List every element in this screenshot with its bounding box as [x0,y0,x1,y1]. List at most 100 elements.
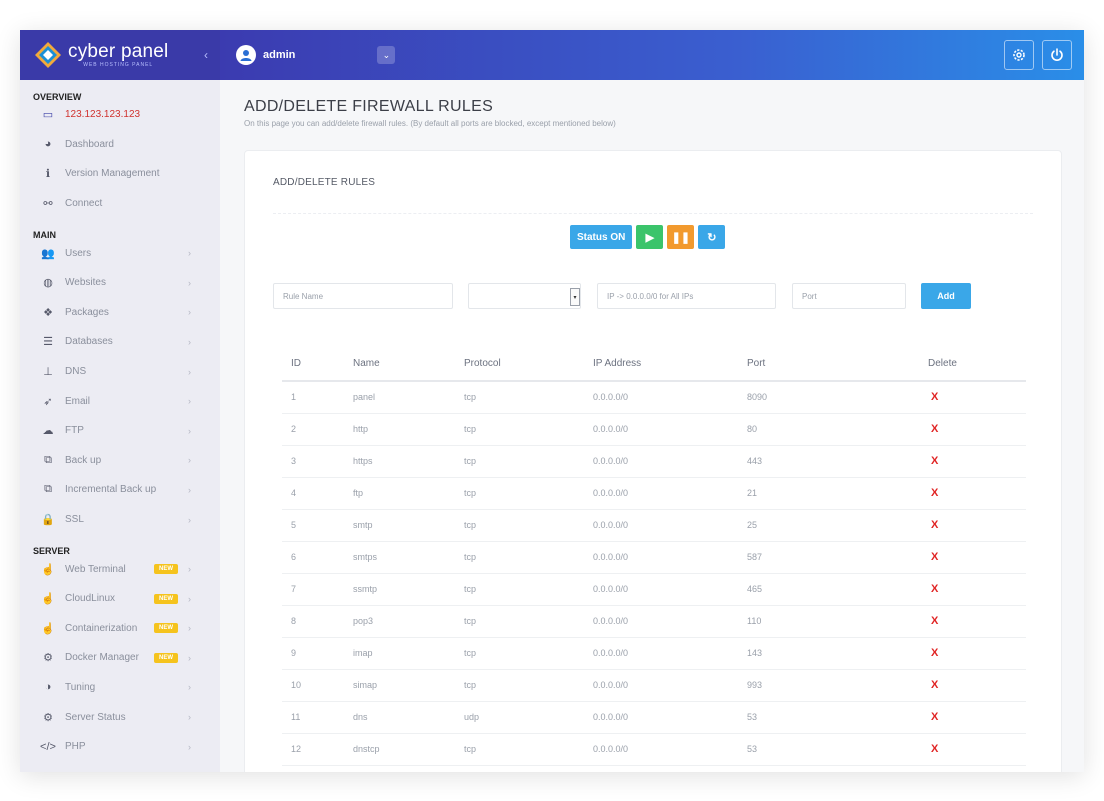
cell-protocol: tcp [455,669,584,702]
sidebar-section-server: SERVER [33,546,70,557]
cell-ip-address: 0.0.0.0/0 [584,605,738,638]
cell-port: 465 [738,573,919,606]
new-badge: NEW [154,564,178,575]
protocol-select[interactable]: ▾ [468,283,581,309]
sidebar-item-php[interactable]: </> PHP › [20,732,220,762]
sidebar-item-cloudlinux[interactable]: ☝ CloudLinux NEW › [20,584,220,614]
table-row: 7 ssmtp tcp 0.0.0.0/0 465 X [282,573,1026,606]
sidebar-item-label: Databases [65,336,113,348]
sidebar-item-backup[interactable]: ⧉ Back up › [20,446,220,476]
delete-rule-button[interactable]: X [919,541,1026,574]
delete-rule-button[interactable]: X [919,381,1026,414]
stop-firewall-button[interactable]: ❚❚ [667,225,695,249]
cell-ip-address: 0.0.0.0/0 [584,413,738,446]
sidebar-item-label: PHP [65,741,86,753]
sidebar-item-server-ip[interactable]: ▭ 123.123.123.123 [20,100,220,130]
packages-icon: ❖ [43,306,53,319]
username[interactable]: admin [263,49,295,61]
delete-rule-button[interactable]: X [919,413,1026,446]
column-header-name: Name [344,347,455,382]
sidebar-item-dns[interactable]: ⊥ DNS › [20,357,220,387]
sidebar-item-label: DNS [65,366,87,378]
delete-rule-button[interactable]: X [919,733,1026,766]
delete-rule-button[interactable]: X [919,445,1026,478]
sidebar-item-label: Email [65,395,91,407]
delete-rule-button[interactable]: X [919,669,1026,702]
delete-rule-button[interactable]: X [919,605,1026,638]
sidebar-item-server-status[interactable]: ⚙ Server Status › [20,702,220,732]
chevron-right-icon: › [188,712,191,723]
app-window: cyber panel WEB HOSTING PANEL ‹ admin ⌄ [20,30,1084,772]
sidebar-item-docker-manager[interactable]: ⚙ Docker Manager NEW › [20,643,220,673]
cyberpanel-logo-icon [35,42,61,68]
link-icon: ⚯ [43,198,53,211]
sidebar-item-ssl[interactable]: 🔒 SSL › [20,505,220,535]
refresh-icon: ↻ [707,231,717,244]
sidebar-section-overview: OVERVIEW [33,92,82,102]
settings-button[interactable] [1004,40,1034,70]
sidebar-item-version-management[interactable]: ℹ Version Management [20,159,220,189]
cell-name: dnstcp [344,733,455,766]
cell-port: 8090 [738,381,919,414]
sidebar-item-label: SSL [65,514,84,526]
sidebar-item-packages[interactable]: ❖ Packages › [20,298,220,328]
page-description: On this page you can add/delete firewall… [244,119,616,128]
cell-id: 10 [282,669,344,702]
start-firewall-button[interactable]: ▶ [636,225,664,249]
sidebar-item-label: Containerization [65,622,138,634]
sidebar-item-ftp[interactable]: ☁ FTP › [20,416,220,446]
delete-rule-button[interactable]: X [919,509,1026,542]
port-input[interactable]: Port [792,283,906,309]
cell-protocol: tcp [455,477,584,510]
brand-text: cyber panel WEB HOSTING PANEL [68,42,168,68]
user-icon[interactable] [236,45,256,65]
firewall-rules-table: ID Name Protocol IP Address Port Delete … [282,347,1026,766]
navbar-actions [1004,40,1072,70]
card-title: ADD/DELETE RULES [273,177,376,188]
chevron-left-icon[interactable]: ‹ [204,48,208,62]
user-silhouette-icon [240,50,252,61]
sidebar-item-label: Incremental Back up [65,484,157,496]
divider [273,213,1033,214]
sidebar-item-dashboard[interactable]: ◕ Dashboard [20,130,220,160]
delete-rule-button[interactable]: X [919,701,1026,734]
logout-button[interactable] [1042,40,1072,70]
cell-id: 6 [282,541,344,574]
cell-port: 587 [738,541,919,574]
cell-id: 8 [282,605,344,638]
pointer-icon: ☝ [41,622,55,635]
ip-address-input[interactable]: IP -> 0.0.0.0/0 for All IPs [597,283,776,309]
table-row: 11 dns udp 0.0.0.0/0 53 X [282,701,1026,734]
sidebar-item-incremental-backup[interactable]: ⧉ Incremental Back up › [20,475,220,505]
sidebar: OVERVIEW ▭ 123.123.123.123 ◕ Dashboard ℹ… [20,80,220,772]
sidebar-item-web-terminal[interactable]: ☝ Web Terminal NEW › [20,554,220,584]
add-rule-button[interactable]: Add [921,283,971,309]
reload-firewall-button[interactable]: ↻ [698,225,726,249]
delete-rule-button[interactable]: X [919,477,1026,510]
monitor-icon: ▭ [42,109,54,122]
sidebar-item-databases[interactable]: ☰ Databases › [20,327,220,357]
sidebar-item-connect[interactable]: ⚯ Connect [20,189,220,219]
sidebar-item-tuning[interactable]: ◑ Tuning › [20,673,220,703]
cell-protocol: udp [455,701,584,734]
lock-icon: 🔒 [41,514,55,527]
pointer-icon: ☝ [41,563,55,576]
status-button[interactable]: Status ON [570,225,633,249]
sidebar-item-email[interactable]: ➶ Email › [20,386,220,416]
new-badge: NEW [154,623,178,634]
sidebar-item-users[interactable]: 👥 Users › [20,238,220,268]
sidebar-item-websites[interactable]: ◍ Websites › [20,268,220,298]
cell-port: 443 [738,445,919,478]
user-dropdown-button[interactable]: ⌄ [377,46,396,64]
cell-ip-address: 0.0.0.0/0 [584,381,738,414]
delete-rule-button[interactable]: X [919,637,1026,670]
gear-icon [1013,49,1025,61]
cell-protocol: tcp [455,413,584,446]
rule-name-input[interactable]: Rule Name [273,283,453,309]
chevron-right-icon: › [188,484,191,495]
delete-rule-button[interactable]: X [919,573,1026,606]
column-header-delete: Delete [919,347,1026,382]
sidebar-item-containerization[interactable]: ☝ Containerization NEW › [20,614,220,644]
pause-icon: ❚❚ [671,231,691,244]
paper-plane-icon: ➶ [43,395,53,408]
